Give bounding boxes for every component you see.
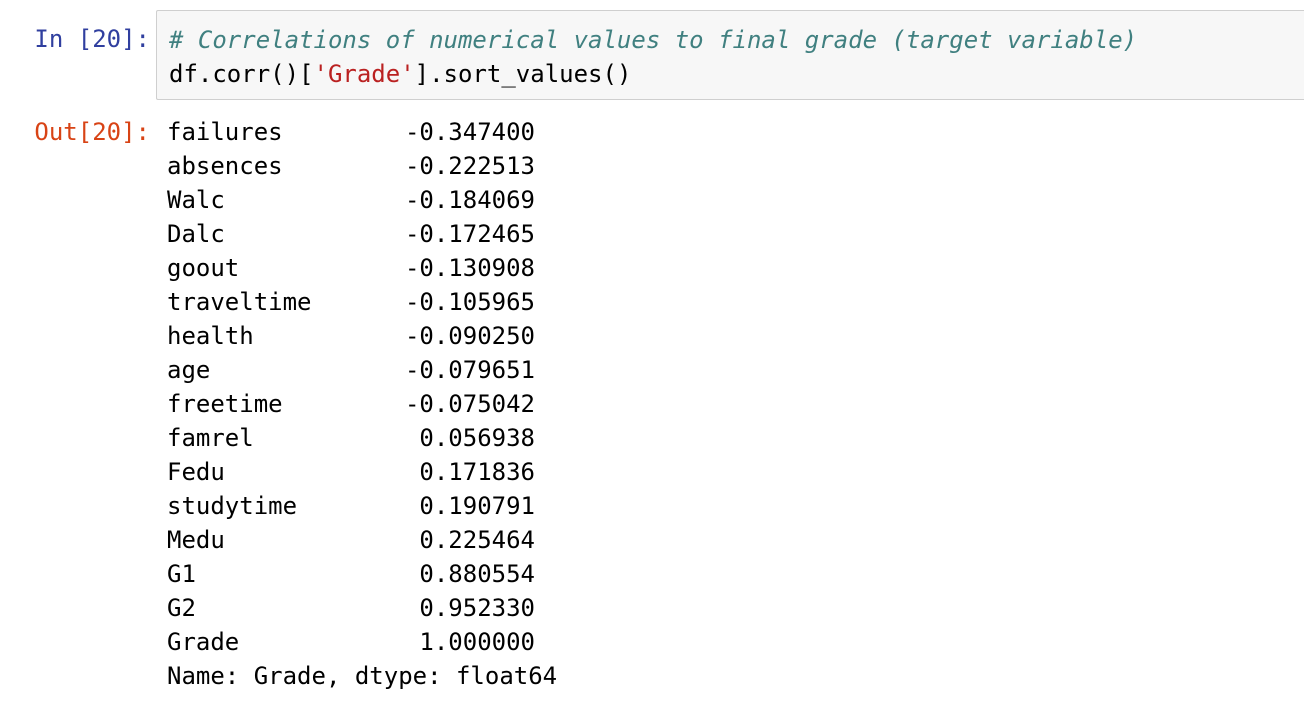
output-row: Fedu 0.171836: [167, 455, 557, 489]
output-row-name: goout: [167, 254, 240, 282]
output-row: Medu 0.225464: [167, 523, 557, 557]
output-row-name: Dalc: [167, 220, 225, 248]
output-row-name: Grade: [167, 628, 240, 656]
output-row: studytime 0.190791: [167, 489, 557, 523]
output-row-value: -0.130908: [404, 254, 535, 282]
output-prompt: Out[20]:: [34, 118, 150, 146]
output-row: absences -0.222513: [167, 149, 557, 183]
output-row-value: 1.000000: [419, 628, 535, 656]
output-row-name: absences: [167, 152, 283, 180]
output-row-name: health: [167, 322, 254, 350]
input-prompt: In [20]:: [34, 25, 150, 53]
code-comment: # Correlations of numerical values to fi…: [169, 26, 1138, 54]
output-row: Walc -0.184069: [167, 183, 557, 217]
output-row-name: freetime: [167, 390, 283, 418]
output-row-value: 0.190791: [419, 492, 535, 520]
output-row-value: -0.079651: [404, 356, 535, 384]
output-row-value: 0.056938: [419, 424, 535, 452]
code-line-comment: # Correlations of numerical values to fi…: [169, 23, 1137, 57]
output-row-value: -0.090250: [404, 322, 535, 350]
output-row: health -0.090250: [167, 319, 557, 353]
output-row: Grade 1.000000: [167, 625, 557, 659]
output-row-name: studytime: [167, 492, 298, 520]
code-input-area[interactable]: # Correlations of numerical values to fi…: [156, 10, 1304, 100]
output-row: traveltime -0.105965: [167, 285, 557, 319]
output-row-value: -0.222513: [404, 152, 535, 180]
output-row: G1 0.880554: [167, 557, 557, 591]
code-line-statement: df.corr()['Grade'].sort_values(): [169, 57, 631, 91]
output-row: famrel 0.056938: [167, 421, 557, 455]
output-series: failures -0.347400 absences -0.222513 Walc -0…: [167, 115, 557, 659]
output-row-name: Fedu: [167, 458, 225, 486]
output-row: freetime -0.075042: [167, 387, 557, 421]
code-statement-start: df.corr()[: [169, 60, 314, 88]
output-row-name: traveltime: [167, 288, 312, 316]
output-row: G2 0.952330: [167, 591, 557, 625]
output-row-value: -0.075042: [404, 390, 535, 418]
output-row-value: -0.172465: [404, 220, 535, 248]
output-row-value: 0.880554: [419, 560, 535, 588]
output-row-name: G1: [167, 560, 196, 588]
output-row: Dalc -0.172465: [167, 217, 557, 251]
output-row-value: 0.171836: [419, 458, 535, 486]
output-row: goout -0.130908: [167, 251, 557, 285]
output-row-name: age: [167, 356, 211, 384]
output-row-name: Walc: [167, 186, 225, 214]
output-row-value: -0.184069: [404, 186, 535, 214]
output-row-value: 0.225464: [419, 526, 535, 554]
output-row-value: -0.105965: [404, 288, 535, 316]
output-row-name: Medu: [167, 526, 225, 554]
code-string-literal: 'Grade': [313, 60, 415, 88]
output-row-name: G2: [167, 594, 196, 622]
code-statement-end: ].sort_values(): [414, 60, 632, 88]
output-row: age -0.079651: [167, 353, 557, 387]
output-row-name: famrel: [167, 424, 254, 452]
output-row-value: 0.952330: [419, 594, 535, 622]
output-row-name: failures: [167, 118, 283, 146]
output-series-footer: Name: Grade, dtype: float64: [167, 662, 558, 690]
output-row-value: -0.347400: [404, 118, 535, 146]
output-row: failures -0.347400: [167, 115, 557, 149]
output-area: failures -0.347400 absences -0.222513 Walc -0…: [167, 115, 557, 693]
